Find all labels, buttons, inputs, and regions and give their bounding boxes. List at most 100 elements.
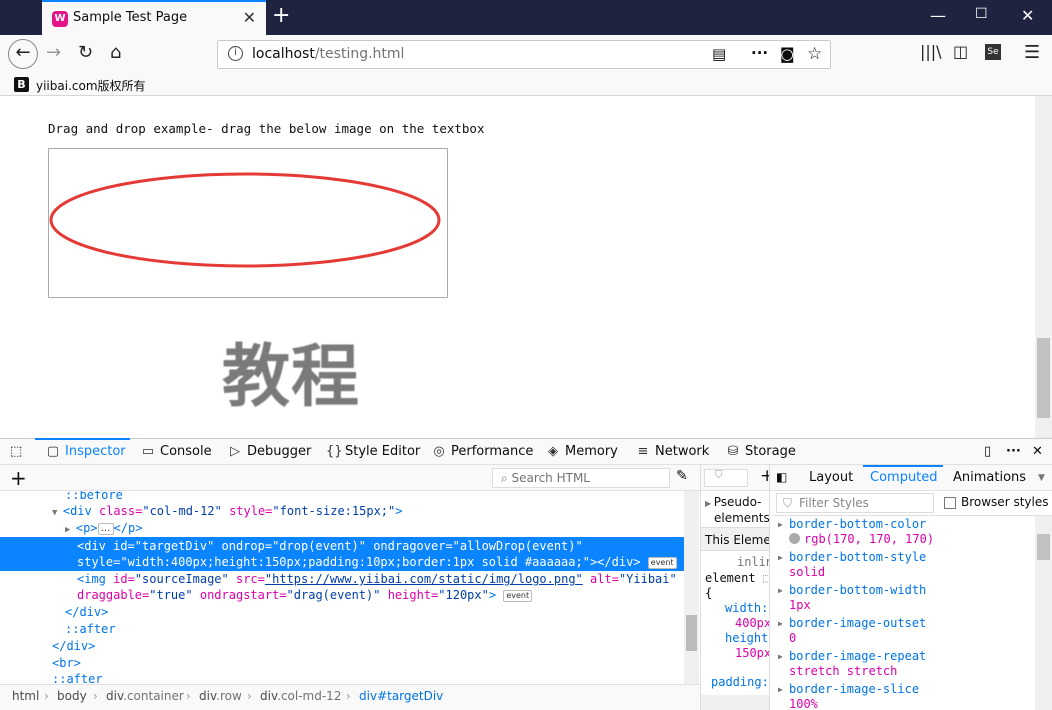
pseudo-elements-header[interactable]: ▶ Pseudo-elements [705, 495, 769, 526]
browser-tab[interactable]: W Sample Test Page ✕ [42, 0, 266, 35]
breadcrumb-container[interactable]: div.container [106, 689, 184, 703]
pick-element-icon[interactable]: ⬚ [10, 444, 22, 459]
inspector-icon: ▢ [46, 444, 60, 459]
ellipsis-icon[interactable]: … [97, 522, 114, 535]
add-rule-button[interactable]: + [760, 466, 769, 486]
computed-prop[interactable]: border-bottom-color [789, 517, 926, 531]
bookmark-star-icon[interactable]: ☆ [807, 44, 822, 64]
tab-performance[interactable]: ◎ Performance [432, 444, 533, 459]
breadcrumb-body[interactable]: body [57, 689, 87, 703]
minimize-button[interactable]: — [930, 6, 946, 25]
expand-icon[interactable]: ▶ [65, 525, 76, 535]
source-image[interactable]: 教程 [222, 321, 360, 420]
markup-div-line[interactable]: ▼ <div class="col-md-12" style="font-siz… [52, 503, 402, 519]
search-html-input[interactable]: ⌕ Search HTML [492, 468, 670, 488]
selenium-icon[interactable]: Se [985, 44, 1001, 60]
menu-icon[interactable]: ☰ [1024, 42, 1040, 63]
tab-storage[interactable]: ⛁ Storage [726, 444, 796, 459]
maximize-button[interactable]: ☐ [975, 6, 988, 22]
close-tab-icon[interactable]: ✕ [243, 8, 256, 27]
bookmarks-bar: B yiibai.com版权所有 [0, 74, 1052, 96]
eyedropper-icon[interactable]: ✎ [676, 468, 688, 484]
markup-img-line2[interactable]: draggable="true" ondragstart="drag(event… [77, 587, 533, 603]
forward-button[interactable]: → [46, 42, 61, 63]
reader-view-icon[interactable]: ▤ [712, 45, 726, 63]
expand-icon[interactable]: ▶ [778, 553, 783, 562]
markup-scrollbar-thumb[interactable] [686, 615, 697, 651]
info-icon[interactable]: i [228, 46, 243, 61]
url-text: localhost/testing.html [252, 46, 404, 62]
tab-console[interactable]: ▭ Console [141, 444, 212, 459]
padding-prop[interactable]: padding: [711, 675, 769, 689]
target-div[interactable] [48, 148, 448, 298]
pseudo-after-outer[interactable]: ::after [52, 671, 103, 684]
bookmark-item[interactable]: yiibai.com版权所有 [36, 77, 146, 94]
pseudo-after[interactable]: ::after [65, 621, 116, 637]
home-button[interactable]: ⌂ [110, 42, 121, 63]
pseudo-before[interactable]: ::before [65, 491, 123, 503]
tab-animations[interactable]: Animations [953, 470, 1026, 485]
markup-target-line2[interactable]: style="width:400px;height:150px;padding:… [77, 554, 677, 570]
page-scrollbar-thumb[interactable] [1037, 338, 1050, 418]
pocket-icon[interactable]: ◙ [780, 45, 795, 63]
markup-target-line1[interactable]: <div id="targetDiv" ondrop="drop(event)"… [77, 538, 583, 554]
img-src-link[interactable]: "https://www.yiibai.com/static/img/logo.… [265, 572, 583, 586]
rules-filter-input[interactable]: ⛉ [704, 469, 748, 487]
expand-icon[interactable]: ▶ [778, 619, 783, 628]
markup-scrollbar[interactable] [684, 491, 699, 684]
tab-layout[interactable]: Layout [809, 470, 853, 485]
markup-img-line1[interactable]: <img id="sourceImage" src="https://www.y… [77, 571, 677, 587]
height-value[interactable]: 150px [735, 646, 769, 660]
color-swatch-icon[interactable] [789, 533, 800, 544]
browser-styles-checkbox[interactable] [944, 497, 956, 509]
computed-prop[interactable]: border-image-repeat [789, 649, 926, 663]
breadcrumb-row[interactable]: div.row [199, 689, 242, 703]
tab-inspector[interactable]: ▢ Inspector [46, 444, 126, 459]
markup-p-line[interactable]: ▶ <p>… </p> [65, 520, 142, 536]
library-icon[interactable]: |||\ [920, 42, 942, 61]
more-options-icon[interactable]: ··· [1006, 444, 1021, 459]
add-node-button[interactable]: + [10, 466, 27, 490]
reload-button[interactable]: ↻ [78, 42, 93, 63]
width-prop[interactable]: width: [725, 601, 768, 615]
markup-div-close[interactable]: </div> [65, 604, 108, 620]
more-tabs-icon[interactable]: ▼ [1038, 473, 1045, 483]
computed-scrollbar[interactable] [1035, 516, 1052, 710]
page-scrollbar[interactable] [1035, 96, 1052, 438]
expand-icon[interactable]: ▶ [778, 685, 783, 694]
width-value[interactable]: 400px [735, 616, 769, 630]
tab-style-editor[interactable]: {} Style Editor [326, 444, 420, 459]
expand-icon[interactable]: ▶ [778, 586, 783, 595]
computed-prop[interactable]: border-image-outset [789, 616, 926, 630]
url-bar[interactable]: i localhost/testing.html ▤ ··· ◙ ☆ [217, 40, 831, 69]
tab-memory[interactable]: ◈ Memory [546, 444, 618, 459]
markup-div-close-outer[interactable]: </div> [52, 638, 95, 654]
new-tab-button[interactable]: + [272, 3, 290, 29]
close-devtools-icon[interactable]: ✕ [1032, 444, 1043, 459]
height-prop[interactable]: height [725, 631, 768, 645]
tab-debugger[interactable]: ▷ Debugger [228, 444, 311, 459]
computed-scrollbar-thumb[interactable] [1037, 534, 1050, 560]
expand-icon[interactable]: ▶ [778, 520, 783, 529]
event-badge[interactable]: event [503, 589, 533, 602]
tab-network[interactable]: ≡ Network [636, 444, 710, 459]
expand-icon[interactable]: ▶ [778, 652, 783, 661]
dock-icon[interactable]: ▯ [984, 444, 991, 459]
filter-styles-input[interactable]: ⛉ Filter Styles [776, 493, 934, 513]
markup-br[interactable]: <br> [52, 655, 81, 671]
breadcrumb-col[interactable]: div.col-md-12 [260, 689, 341, 703]
sidebar-icon[interactable]: ◫ [953, 42, 968, 61]
tab-computed[interactable]: Computed [870, 470, 938, 485]
back-button[interactable]: ← [8, 39, 38, 69]
rules-hscrollbar[interactable] [701, 695, 769, 710]
page-actions-icon[interactable]: ··· [751, 44, 768, 62]
breadcrumb-html[interactable]: html [12, 689, 39, 703]
toggle-sidebar-icon[interactable]: ◧ [776, 470, 787, 484]
computed-prop[interactable]: border-bottom-width [789, 583, 926, 597]
computed-prop[interactable]: border-bottom-style [789, 550, 926, 564]
collapse-icon[interactable]: ▼ [52, 508, 63, 518]
event-badge[interactable]: event [647, 556, 677, 569]
computed-prop[interactable]: border-image-slice [789, 682, 919, 696]
breadcrumb-target[interactable]: div#targetDiv [359, 689, 443, 703]
close-window-button[interactable]: ✕ [1021, 6, 1034, 25]
